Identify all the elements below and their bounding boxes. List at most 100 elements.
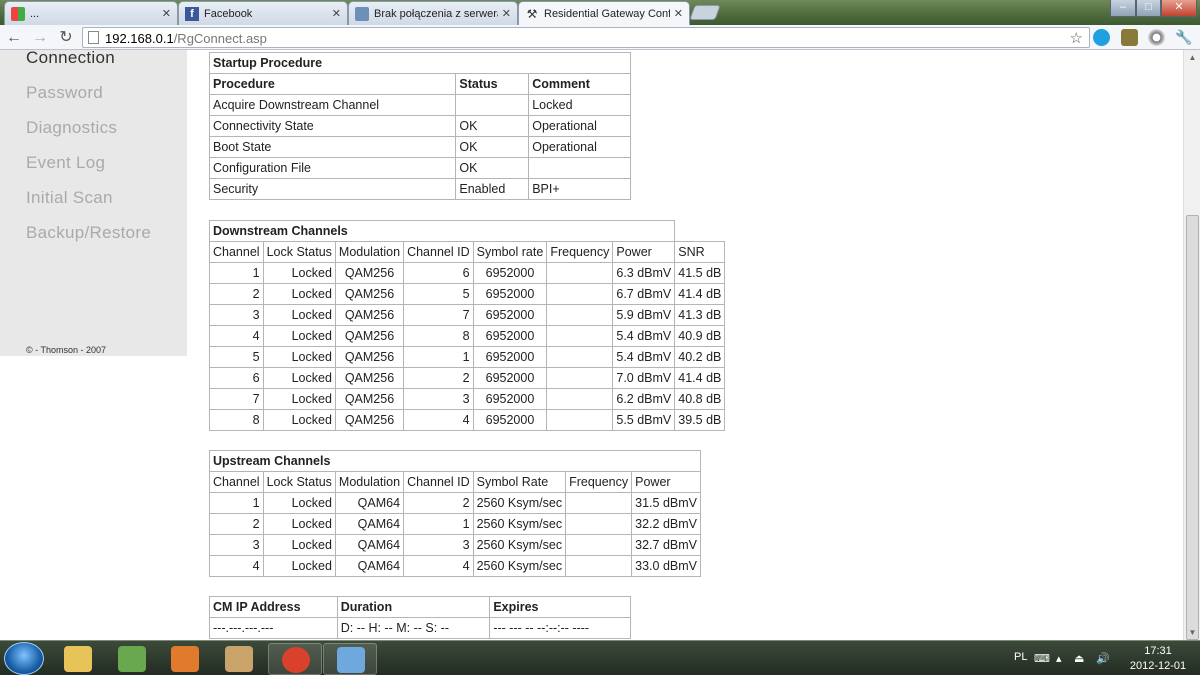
sidebar-item-password[interactable]: Password — [26, 83, 103, 103]
taskbar-app-button[interactable] — [268, 643, 322, 675]
tab-1[interactable]: ... ✕ — [4, 1, 178, 25]
taskbar-app-button[interactable] — [212, 643, 266, 675]
scroll-down-arrow-icon[interactable]: ▼ — [1184, 628, 1200, 637]
channel-cell: Locked — [262, 325, 336, 347]
scrollbar-thumb[interactable] — [1186, 215, 1199, 640]
scroll-up-arrow-icon[interactable]: ▲ — [1184, 53, 1200, 62]
tab-facebook[interactable]: f Facebook ✕ — [178, 1, 348, 25]
tab-title: ... — [30, 7, 40, 20]
reload-button[interactable]: ↻ — [56, 28, 76, 47]
procedure-cell: Acquire Downstream Channel — [208, 94, 457, 116]
channel-cell: QAM64 — [334, 534, 405, 556]
channel-cell: Locked — [262, 513, 336, 535]
channel-cell: 4 — [209, 325, 264, 347]
wrench-menu-icon[interactable]: 🔧 — [1175, 29, 1192, 46]
volume-icon[interactable]: 🔊 — [1096, 652, 1110, 665]
table-row: 3 Locked QAM256 7 6952000 5.9 dBmV 41.3 dB — [209, 304, 726, 326]
startup-procedure-table: Startup Procedure Procedure Status Comme… — [208, 52, 631, 200]
back-button[interactable]: ← — [4, 28, 24, 47]
channel-cell: 39.5 dB — [674, 409, 726, 431]
channel-cell: 5 — [403, 283, 474, 305]
start-button[interactable] — [4, 642, 44, 675]
facebook-icon: f — [185, 6, 199, 21]
explorer-icon — [64, 646, 92, 672]
channel-cell: QAM256 — [334, 388, 405, 410]
channel-cell: 3 — [209, 534, 264, 556]
clock-date[interactable]: 2012-12-01 — [1126, 660, 1190, 672]
new-tab-button[interactable] — [689, 5, 721, 20]
duration-value: D: -- H: -- M: -- S: -- — [336, 617, 491, 639]
sidebar-item-event-log[interactable]: Event Log — [26, 153, 105, 173]
clock-time[interactable]: 17:31 — [1128, 645, 1188, 657]
channel-cell: Locked — [262, 492, 336, 514]
chrome-icon — [282, 647, 310, 673]
channel-cell: 1 — [209, 492, 264, 514]
minimize-button[interactable]: – — [1110, 0, 1136, 17]
address-bar[interactable]: 192.168.0.1/RgConnect.asp ☆ — [82, 27, 1090, 48]
close-icon[interactable]: ✕ — [162, 7, 171, 20]
column-header: Lock Status — [262, 471, 336, 493]
extension-icon[interactable] — [1121, 29, 1138, 46]
language-indicator[interactable]: PL — [1014, 651, 1027, 663]
channel-cell: Locked — [262, 304, 336, 326]
channel-cell: 7 — [209, 388, 264, 410]
maximize-button[interactable]: □ — [1136, 0, 1161, 17]
tab-title: Brak połączenia z serweram — [374, 7, 498, 20]
table-title: Upstream Channels — [209, 450, 701, 472]
channel-cell: Locked — [262, 388, 336, 410]
comment-cell: Operational — [528, 136, 631, 158]
expires-value: --- --- -- --:--:-- ---- — [489, 617, 631, 639]
channel-cell: 1 — [403, 346, 474, 368]
eye-extension-icon[interactable] — [1148, 29, 1165, 46]
sidebar-item-backup-restore[interactable]: Backup/Restore — [26, 223, 151, 243]
table-row: 2 Locked QAM256 5 6952000 6.7 dBmV 41.4 dB — [209, 283, 726, 305]
bookmark-star-icon[interactable]: ☆ — [1070, 29, 1083, 47]
vertical-scrollbar[interactable]: ▲ ▼ — [1183, 50, 1200, 640]
channel-cell — [546, 388, 614, 410]
table-row: Connectivity State OK Operational — [208, 115, 631, 137]
channel-cell — [546, 409, 614, 431]
sidebar-item-initial-scan[interactable]: Initial Scan — [26, 188, 113, 208]
safely-remove-icon[interactable]: ⏏ — [1074, 652, 1086, 665]
taskbar-app-button[interactable] — [158, 643, 212, 675]
keyboard-icon[interactable]: ⌨ — [1034, 652, 1050, 665]
status-cell: Enabled — [455, 178, 530, 200]
channel-cell: 32.2 dBmV — [631, 513, 701, 535]
channel-cell: 6952000 — [472, 346, 548, 368]
channel-cell: 2560 Ksym/sec — [472, 534, 567, 556]
system-tray: PL ⌨ ▴ ⏏ 🔊 17:31 2012-12-01 — [1000, 641, 1200, 675]
close-icon[interactable]: ✕ — [674, 7, 683, 20]
taskbar-app-button[interactable] — [105, 643, 159, 675]
forward-button[interactable]: → — [30, 28, 50, 47]
channel-cell: 6.2 dBmV — [612, 388, 676, 410]
channel-cell: 8 — [403, 325, 474, 347]
tab-title: Facebook — [204, 7, 253, 20]
table-row: 5 Locked QAM256 1 6952000 5.4 dBmV 40.2 dB — [209, 346, 726, 368]
sidebar-item-diagnostics[interactable]: Diagnostics — [26, 118, 117, 138]
downstream-channels-table: Downstream Channels Channel Lock Status Mo… — [208, 220, 726, 431]
procedure-cell: Security — [208, 178, 457, 200]
channel-cell: 2560 Ksym/sec — [472, 513, 567, 535]
channel-cell: 41.5 dB — [674, 262, 726, 284]
column-header: Symbol Rate — [472, 471, 567, 493]
upstream-channels-table: Upstream Channels Channel Lock Status Modu… — [209, 450, 701, 577]
channel-cell: 2 — [403, 492, 474, 514]
network-people-icon — [118, 646, 146, 672]
close-icon[interactable]: ✕ — [502, 7, 511, 20]
taskbar-app-button[interactable] — [323, 643, 377, 675]
channel-cell: 8 — [209, 409, 264, 431]
status-cell — [455, 94, 530, 116]
column-header: Frequency — [546, 241, 614, 263]
sidebar-item-connection[interactable]: Connection — [26, 48, 115, 68]
close-icon[interactable]: ✕ — [332, 7, 341, 20]
channel-cell: Locked — [262, 409, 336, 431]
show-hidden-icons-icon[interactable]: ▴ — [1056, 652, 1068, 665]
hammer-wrench-icon: ⚒ — [526, 6, 538, 21]
close-window-button[interactable]: ✕ — [1161, 0, 1197, 17]
tab-connection-error[interactable]: Brak połączenia z serweram ✕ — [348, 1, 518, 25]
skype-icon[interactable] — [1093, 29, 1110, 46]
column-header: Power — [612, 241, 676, 263]
tab-residential-gateway[interactable]: ⚒ Residential Gateway Confi ✕ — [518, 1, 690, 25]
column-header: Symbol rate — [472, 241, 548, 263]
taskbar-app-button[interactable] — [51, 643, 105, 675]
